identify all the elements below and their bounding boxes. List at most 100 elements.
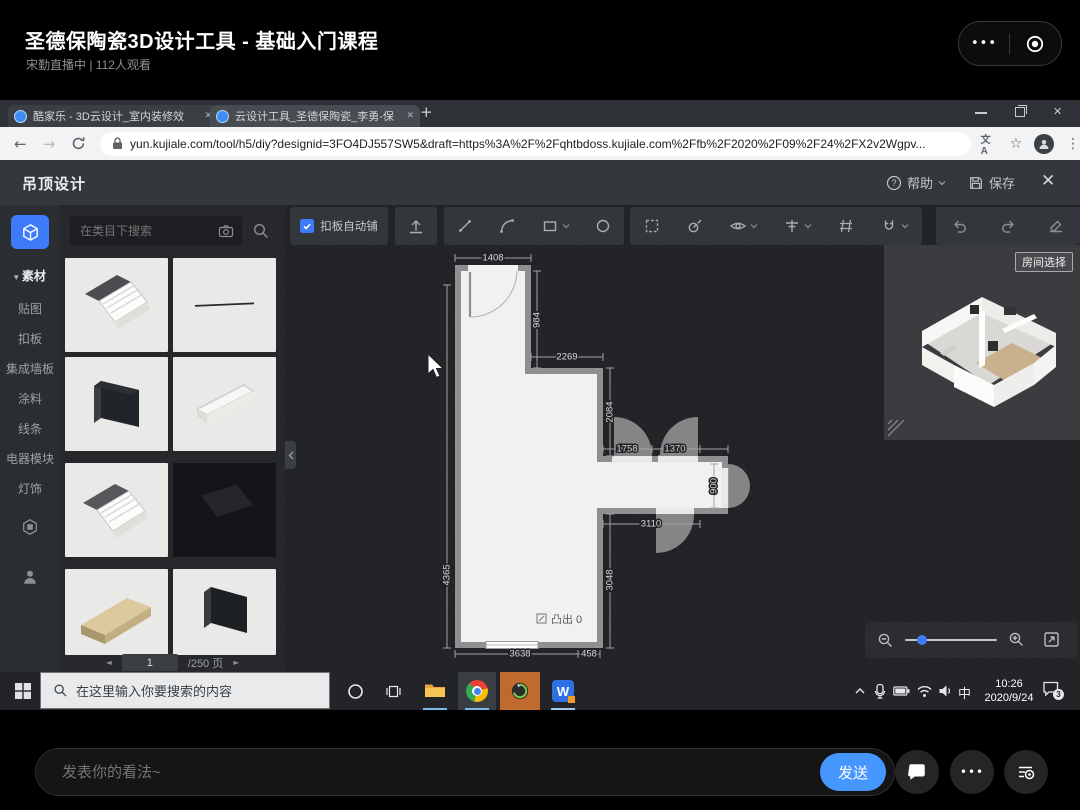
help-button[interactable]: ? 帮助 [886,173,946,192]
volume-icon[interactable] [938,684,953,698]
browser-tab-1[interactable]: 酷家乐 - 3D云设计_室内装修效 ✕ [8,105,218,127]
floor-plan[interactable]: 1408 4365 984 2269 2084 1758 1370 900 31… [420,245,750,665]
grid-icon[interactable] [837,217,855,235]
material-thumbnail-dark-sample[interactable] [173,463,276,557]
zoom-slider-handle[interactable] [917,635,927,645]
wps-app-button[interactable]: W [544,672,582,710]
forward-icon[interactable]: → [43,135,56,153]
danmaku-settings-button[interactable] [1004,750,1048,794]
page-next-icon[interactable]: ► [233,658,239,667]
tab-close-icon[interactable]: ✕ [406,111,414,121]
send-button[interactable]: 发送 [820,753,886,791]
floorplan-3d-render[interactable] [884,245,1080,440]
cortana-button[interactable] [338,672,372,710]
measure-icon[interactable] [686,217,704,235]
sidebar-item-electric-module[interactable]: 电器模块 [0,450,60,467]
auto-tile-checkbox[interactable]: 扣板自动铺 [296,218,382,234]
material-thumbnail-straight-line[interactable] [173,258,276,352]
sidebar-item-texture[interactable]: 贴图 [0,300,60,317]
preview-3d-panel: 房间选择 [884,245,1080,440]
visibility-dropdown[interactable] [729,217,758,235]
material-thumbnail-crown-molding-2[interactable] [65,463,168,557]
undo-icon[interactable] [951,217,969,235]
address-box[interactable]: yun.kujiale.com/tool/h5/diy?designid=3FO… [100,132,971,156]
save-button[interactable]: 保存 [968,173,1015,192]
browser-menu-icon[interactable]: ⋮ [1066,136,1080,152]
tray-chevron-up-icon[interactable] [853,685,867,696]
panel-collapse-handle[interactable] [285,441,296,469]
chat-bubble-button[interactable] [895,750,939,794]
notification-center-button[interactable]: 3 [1042,681,1066,701]
upload-icon[interactable] [407,217,425,235]
battery-icon[interactable] [893,686,910,696]
sidebar-item-lighting[interactable]: 灯饰 [0,480,60,497]
chat-more-button[interactable]: ••• [950,750,994,794]
bookmark-star-icon[interactable]: ☆ [1010,136,1023,152]
category-search-input[interactable] [78,223,218,239]
zoom-in-icon[interactable] [1008,631,1025,648]
snap-dropdown[interactable] [880,217,909,235]
window-minimize-button[interactable] [975,112,987,114]
help-label: 帮助 [907,173,933,192]
profile-avatar[interactable] [1034,134,1054,154]
start-button[interactable] [8,672,38,710]
material-thumbnail-dark-panel-2[interactable] [173,569,276,655]
room-select-button[interactable]: 房间选择 [1015,252,1073,272]
chat-input-box[interactable]: 发送 [35,748,895,796]
sidebar-item-buckle-plate[interactable]: 扣板 [0,330,60,347]
marquee-select-icon[interactable] [643,217,661,235]
align-dropdown[interactable] [783,217,812,235]
stream-record-button[interactable] [1010,34,1060,54]
camera-search-icon[interactable] [218,224,234,238]
translate-icon[interactable]: 文A [981,131,998,157]
search-icon[interactable] [252,222,270,240]
browser-url-bar: ← → yun.kujiale.com/tool/h5/diy?designid… [0,127,1080,160]
redo-icon[interactable] [999,217,1017,235]
stream-more-button[interactable]: ••• [959,36,1009,51]
draw-line-icon[interactable] [456,217,474,235]
zoom-out-icon[interactable] [877,632,894,649]
wifi-icon[interactable] [916,684,933,698]
rail-section-materials[interactable]: ▾ 素材 [0,267,60,284]
sidebar-item-paint[interactable]: 涂料 [0,390,60,407]
caret-down-icon: ▾ [14,273,19,283]
window-close-button[interactable]: ✕ [1053,105,1062,118]
zoom-fit-icon[interactable] [1043,631,1060,648]
page-number: 1 [147,657,153,669]
draw-arc-icon[interactable] [498,217,516,235]
cube-3d-icon [21,223,40,242]
draw-rect-dropdown[interactable] [541,217,570,235]
material-thumbnail-crown-molding[interactable] [65,258,168,352]
material-thumbnail-baseboard[interactable] [173,357,276,451]
sidebar-item-molding[interactable]: 线条 [0,420,60,437]
chat-input[interactable] [60,763,820,782]
toolbar-group-view [630,207,922,245]
rail-user-button[interactable] [20,567,40,587]
category-search-box[interactable] [70,216,242,245]
material-thumbnail-wood-board[interactable] [65,569,168,655]
page-number-box[interactable]: 1 [122,654,178,671]
new-tab-button[interactable]: + [420,103,433,121]
page-prev-icon[interactable]: ◄ [106,658,112,667]
clear-icon[interactable] [1047,217,1065,235]
window-restore-button[interactable] [1015,107,1025,117]
recorder-app-button-active[interactable] [500,672,540,710]
chrome-button[interactable] [458,672,496,710]
draw-circle-icon[interactable] [594,217,612,235]
taskbar-search-box[interactable]: 在这里输入你要搜索的内容 [40,672,330,709]
tool-close-button[interactable]: ✕ [1041,171,1055,191]
usb-device-icon[interactable] [874,683,886,699]
clock[interactable]: 10:26 2020/9/24 [978,677,1040,705]
back-icon[interactable]: ← [14,135,27,153]
task-view-button[interactable] [376,672,410,710]
preview-resize-grip[interactable] [886,418,906,438]
reload-icon[interactable] [71,136,86,151]
rail-components-button[interactable] [20,517,40,537]
material-thumbnail-dark-panel[interactable] [65,357,168,451]
ime-language-indicator[interactable]: 中 [958,683,971,702]
sidebar-item-wall-panel[interactable]: 集成墙板 [0,360,60,377]
file-explorer-button[interactable] [416,672,454,710]
rail-materials-button-active[interactable] [11,215,49,249]
checkbox-checked [300,219,314,233]
browser-tab-2[interactable]: 云设计工具_圣德保陶瓷_李勇-保 ✕ [210,105,420,127]
